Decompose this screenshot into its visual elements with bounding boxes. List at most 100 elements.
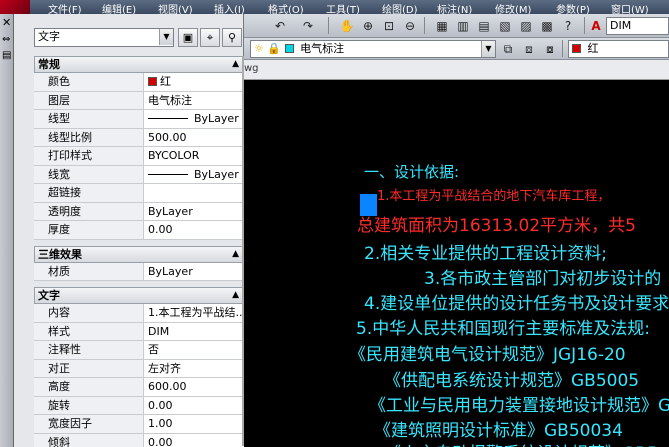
zoom-realtime-icon[interactable]: ⊕ bbox=[360, 18, 376, 34]
markup-icon[interactable]: ▨ bbox=[518, 18, 534, 34]
pan-icon[interactable]: ✋ bbox=[339, 18, 355, 34]
property-row[interactable]: 倾斜 0.00 bbox=[34, 433, 244, 447]
property-row[interactable]: 高度 600.00 bbox=[34, 378, 244, 397]
help-icon[interactable]: ? bbox=[560, 18, 576, 34]
collapse-icon[interactable]: ▲ bbox=[232, 288, 239, 303]
property-row[interactable]: 打印样式 BYCOLOR bbox=[34, 147, 244, 166]
layer-states-icon[interactable]: ⧇ bbox=[542, 41, 558, 57]
menu-item[interactable]: 修改(M) bbox=[495, 1, 531, 14]
property-row[interactable]: 注释性否 bbox=[34, 341, 244, 360]
sheet-set-icon[interactable]: ▧ bbox=[497, 18, 513, 34]
property-row[interactable]: 旋转 0.00 bbox=[34, 396, 244, 415]
chevron-down-icon[interactable]: ▼ bbox=[481, 41, 495, 57]
property-value[interactable]: 1.本工程为平战结... bbox=[145, 304, 243, 322]
property-value-text: 1.00 bbox=[148, 417, 173, 430]
close-icon[interactable]: ✕ bbox=[2, 16, 11, 29]
calculator-icon[interactable]: ▩ bbox=[539, 18, 555, 34]
menu-item[interactable]: 参数(P) bbox=[556, 1, 590, 14]
toggle-pickadd-button[interactable]: ▣ bbox=[178, 28, 198, 47]
property-value[interactable]: 500.00 bbox=[145, 129, 243, 147]
property-row[interactable]: 宽度因子 1.00 bbox=[34, 415, 244, 434]
property-row[interactable]: 线型比例 500.00 bbox=[34, 128, 244, 147]
property-section-header[interactable]: 文字 ▲ bbox=[34, 287, 244, 304]
property-value[interactable]: 红 bbox=[145, 73, 243, 91]
property-value[interactable]: ByLayer bbox=[145, 203, 243, 221]
menu-item[interactable]: 标注(N) bbox=[437, 1, 472, 14]
drawing-text-line[interactable]: 3.各市政主管部门对初步设计的 bbox=[424, 264, 661, 289]
grip-marker[interactable] bbox=[360, 194, 377, 216]
property-value[interactable]: 600.00 bbox=[145, 378, 243, 396]
property-row[interactable]: 线宽 ByLayer bbox=[34, 165, 244, 184]
select-objects-button[interactable]: ⌖ bbox=[200, 28, 220, 47]
menu-item[interactable]: 格式(O) bbox=[268, 1, 304, 14]
property-value[interactable]: 0.00 bbox=[145, 397, 243, 415]
property-value[interactable]: ByLayer bbox=[145, 263, 243, 281]
palette-menu-icon[interactable]: ▤ bbox=[2, 50, 11, 61]
property-value[interactable]: 0.00 bbox=[145, 434, 243, 447]
property-value[interactable]: 电气标注 bbox=[145, 92, 243, 110]
design-center-icon[interactable]: ▥ bbox=[455, 18, 471, 34]
property-row[interactable]: 内容 1.本工程为平战结... bbox=[34, 304, 244, 323]
collapse-icon[interactable]: ▲ bbox=[232, 247, 239, 262]
property-value[interactable]: 否 bbox=[145, 341, 243, 359]
property-row[interactable]: 厚度 0.00 bbox=[34, 221, 244, 240]
property-section-header[interactable]: 常规 ▲ bbox=[34, 56, 244, 73]
properties-icon[interactable]: ▦ bbox=[434, 18, 450, 34]
layer-select[interactable]: ☼ 🔒 电气标注 ▼ bbox=[250, 40, 496, 58]
property-value[interactable]: BYCOLOR bbox=[145, 147, 243, 165]
property-value[interactable] bbox=[145, 184, 243, 202]
zoom-window-icon[interactable]: ⊡ bbox=[381, 18, 397, 34]
redo-icon[interactable]: ↷ bbox=[300, 18, 316, 34]
drawing-text-line[interactable]: 5.中华人民共和国现行主要标准及法规: bbox=[356, 314, 650, 339]
property-row[interactable]: 透明度 ByLayer bbox=[34, 202, 244, 221]
menu-item[interactable]: 绘图(D) bbox=[382, 1, 418, 14]
app-logo-icon[interactable] bbox=[0, 0, 30, 14]
menu-item[interactable]: 工具(T) bbox=[326, 1, 360, 14]
property-value-text: ByLayer bbox=[194, 167, 239, 181]
property-value[interactable]: DIM bbox=[145, 323, 243, 341]
property-value[interactable]: ByLayer bbox=[145, 110, 243, 128]
undo-icon[interactable]: ↶ bbox=[272, 18, 288, 34]
drawing-text-line[interactable]: 总建筑面积为16313.02平方米，共5 bbox=[357, 211, 636, 236]
property-row[interactable]: 样式 DIM bbox=[34, 322, 244, 341]
menu-item[interactable]: 文件(F) bbox=[48, 1, 82, 14]
color-select[interactable]: 红 bbox=[568, 40, 669, 58]
property-row[interactable]: 颜色 红 bbox=[34, 73, 244, 92]
property-row[interactable]: 超链接 bbox=[34, 184, 244, 203]
property-row[interactable]: 图层 电气标注 bbox=[34, 91, 244, 110]
property-section-header[interactable]: 三维效果 ▲ bbox=[34, 245, 244, 263]
drawing-text-line[interactable]: 一、设计依据: bbox=[364, 161, 459, 182]
zoom-previous-icon[interactable]: ⊖ bbox=[402, 18, 418, 34]
drawing-text-line[interactable]: 2.相关专业提供的工程设计资料; bbox=[364, 239, 607, 264]
object-type-select[interactable]: 文字 ▼ bbox=[34, 28, 174, 47]
tool-palettes-icon[interactable]: ▤ bbox=[476, 18, 492, 34]
drawing-canvas[interactable]: 一、设计依据: 1.本工程为平战结合的地下汽车库工程， 总建筑面积为16313.02… bbox=[244, 81, 669, 447]
text-style-select[interactable]: DIM bbox=[606, 17, 669, 35]
property-value[interactable]: 1.00 bbox=[145, 415, 243, 433]
menu-item[interactable]: 插入(I) bbox=[214, 1, 245, 14]
text-style-icon[interactable]: A bbox=[588, 18, 604, 34]
drawing-text-line[interactable]: 《民用建筑电气设计规范》JGJ16-20 bbox=[349, 340, 626, 365]
layer-previous-icon[interactable]: ⧈ bbox=[521, 41, 537, 57]
drawing-tab[interactable]: wg bbox=[244, 60, 669, 80]
menu-item[interactable]: 编辑(E) bbox=[102, 1, 136, 14]
property-row[interactable]: 线型 ByLayer bbox=[34, 110, 244, 129]
property-row[interactable]: 材质 ByLayer bbox=[34, 262, 244, 281]
drawing-text-line[interactable]: 《供配电系统设计规范》GB5005 bbox=[384, 366, 639, 391]
property-value[interactable]: 左对齐 bbox=[145, 360, 243, 378]
property-row[interactable]: 对正 左对齐 bbox=[34, 359, 244, 378]
auto-hide-icon[interactable]: ⇔ bbox=[2, 34, 10, 45]
drawing-text-line[interactable]: 4.建设单位提供的设计任务书及设计要求 bbox=[364, 289, 669, 314]
quick-select-button[interactable]: ⚲ bbox=[222, 28, 242, 47]
menu-item[interactable]: 窗口(W) bbox=[611, 1, 649, 14]
drawing-text-line[interactable]: 《建筑照明设计标准》GB50034 bbox=[374, 416, 623, 441]
drawing-text-line[interactable]: 1.本工程为平战结合的地下汽车库工程， bbox=[377, 185, 610, 204]
drawing-text-line[interactable]: 《火灾自动报警系统设计规范》GB5 bbox=[384, 439, 658, 447]
drawing-text-line[interactable]: 《工业与民用电力装置接地设计规范》G bbox=[369, 391, 669, 416]
make-current-layer-icon[interactable]: ⧉ bbox=[500, 41, 516, 57]
property-value[interactable]: ByLayer bbox=[145, 166, 243, 184]
collapse-icon[interactable]: ▲ bbox=[232, 57, 239, 72]
menu-item[interactable]: 视图(V) bbox=[158, 1, 193, 14]
chevron-down-icon[interactable]: ▼ bbox=[159, 29, 173, 45]
property-value[interactable]: 0.00 bbox=[145, 221, 243, 239]
